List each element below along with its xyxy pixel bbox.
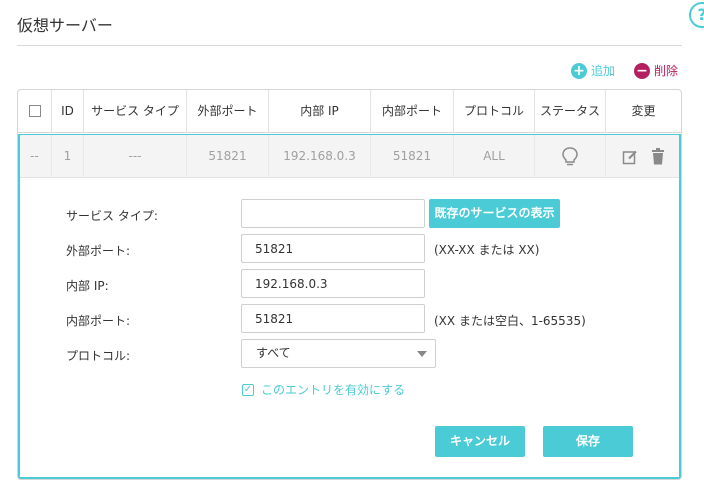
edit-icon[interactable] <box>622 149 638 165</box>
title-divider <box>17 45 682 46</box>
add-button[interactable]: + 追加 <box>571 62 615 79</box>
external-port-label: 外部ポート: <box>66 244 131 258</box>
internal-ip-label: 内部 IP: <box>66 279 109 293</box>
header-select-all <box>18 90 52 133</box>
service-type-label: サービス タイプ: <box>66 209 158 223</box>
table-header: ID サービス タイプ 外部ポート 内部 IP 内部ポート プロトコル ステータ… <box>18 90 681 133</box>
protocol-select-value: すべて <box>256 346 291 360</box>
row-external-port: 51821 <box>187 134 269 178</box>
protocol-label: プロトコル: <box>66 349 131 363</box>
delete-label: 削除 <box>654 64 679 78</box>
help-icon[interactable]: ? <box>689 2 704 28</box>
row-id: 1 <box>52 134 84 178</box>
plus-icon: + <box>571 62 587 79</box>
external-port-input[interactable] <box>241 234 425 263</box>
table-row: -- 1 --- 51821 192.168.0.3 51821 ALL <box>18 134 681 178</box>
service-type-input[interactable] <box>241 199 425 228</box>
column-header-modify: 変更 <box>631 104 656 118</box>
row-modify <box>606 134 681 178</box>
column-header-protocol: プロトコル <box>454 90 535 133</box>
row-protocol: ALL <box>454 134 535 178</box>
column-header-id: ID <box>52 90 84 133</box>
add-label: 追加 <box>591 64 616 78</box>
column-header-status: ステータス <box>535 90 606 133</box>
column-header-internal-ip: 内部 IP <box>269 90 371 133</box>
row-internal-port: 51821 <box>371 134 454 178</box>
page-title: 仮想サーバー <box>17 16 113 35</box>
trash-icon[interactable] <box>651 148 665 165</box>
internal-port-hint: (XX または空白、1-65535) <box>434 314 586 328</box>
protocol-select[interactable]: すべて <box>241 339 436 368</box>
enable-entry-option[interactable]: ✓ このエントリを有効にする <box>242 381 405 398</box>
external-port-hint: (XX-XX または XX) <box>434 243 540 257</box>
lightbulb-icon[interactable] <box>561 146 579 168</box>
row-internal-ip: 192.168.0.3 <box>269 134 371 178</box>
select-all-checkbox[interactable] <box>28 104 41 117</box>
column-header-external-port: 外部ポート <box>187 90 269 133</box>
cancel-button[interactable]: キャンセル <box>435 426 525 457</box>
row-status <box>535 134 606 178</box>
save-button[interactable]: 保存 <box>543 426 633 457</box>
enable-entry-checkbox[interactable]: ✓ <box>242 383 254 396</box>
row-service-type: --- <box>84 134 187 178</box>
internal-port-label: 内部ポート: <box>66 314 131 328</box>
column-header-internal-port: 内部ポート <box>371 90 454 133</box>
minus-icon: − <box>634 62 650 79</box>
show-existing-services-button[interactable]: 既存のサービスの表示 <box>429 199 560 228</box>
internal-port-input[interactable] <box>241 304 425 333</box>
internal-ip-input[interactable] <box>241 269 425 298</box>
column-header-service-type: サービス タイプ <box>84 90 187 133</box>
delete-button[interactable]: − 削除 <box>634 62 678 79</box>
chevron-down-icon <box>417 351 427 357</box>
row-select-cell: -- <box>18 134 52 178</box>
enable-entry-label: このエントリを有効にする <box>261 383 406 397</box>
